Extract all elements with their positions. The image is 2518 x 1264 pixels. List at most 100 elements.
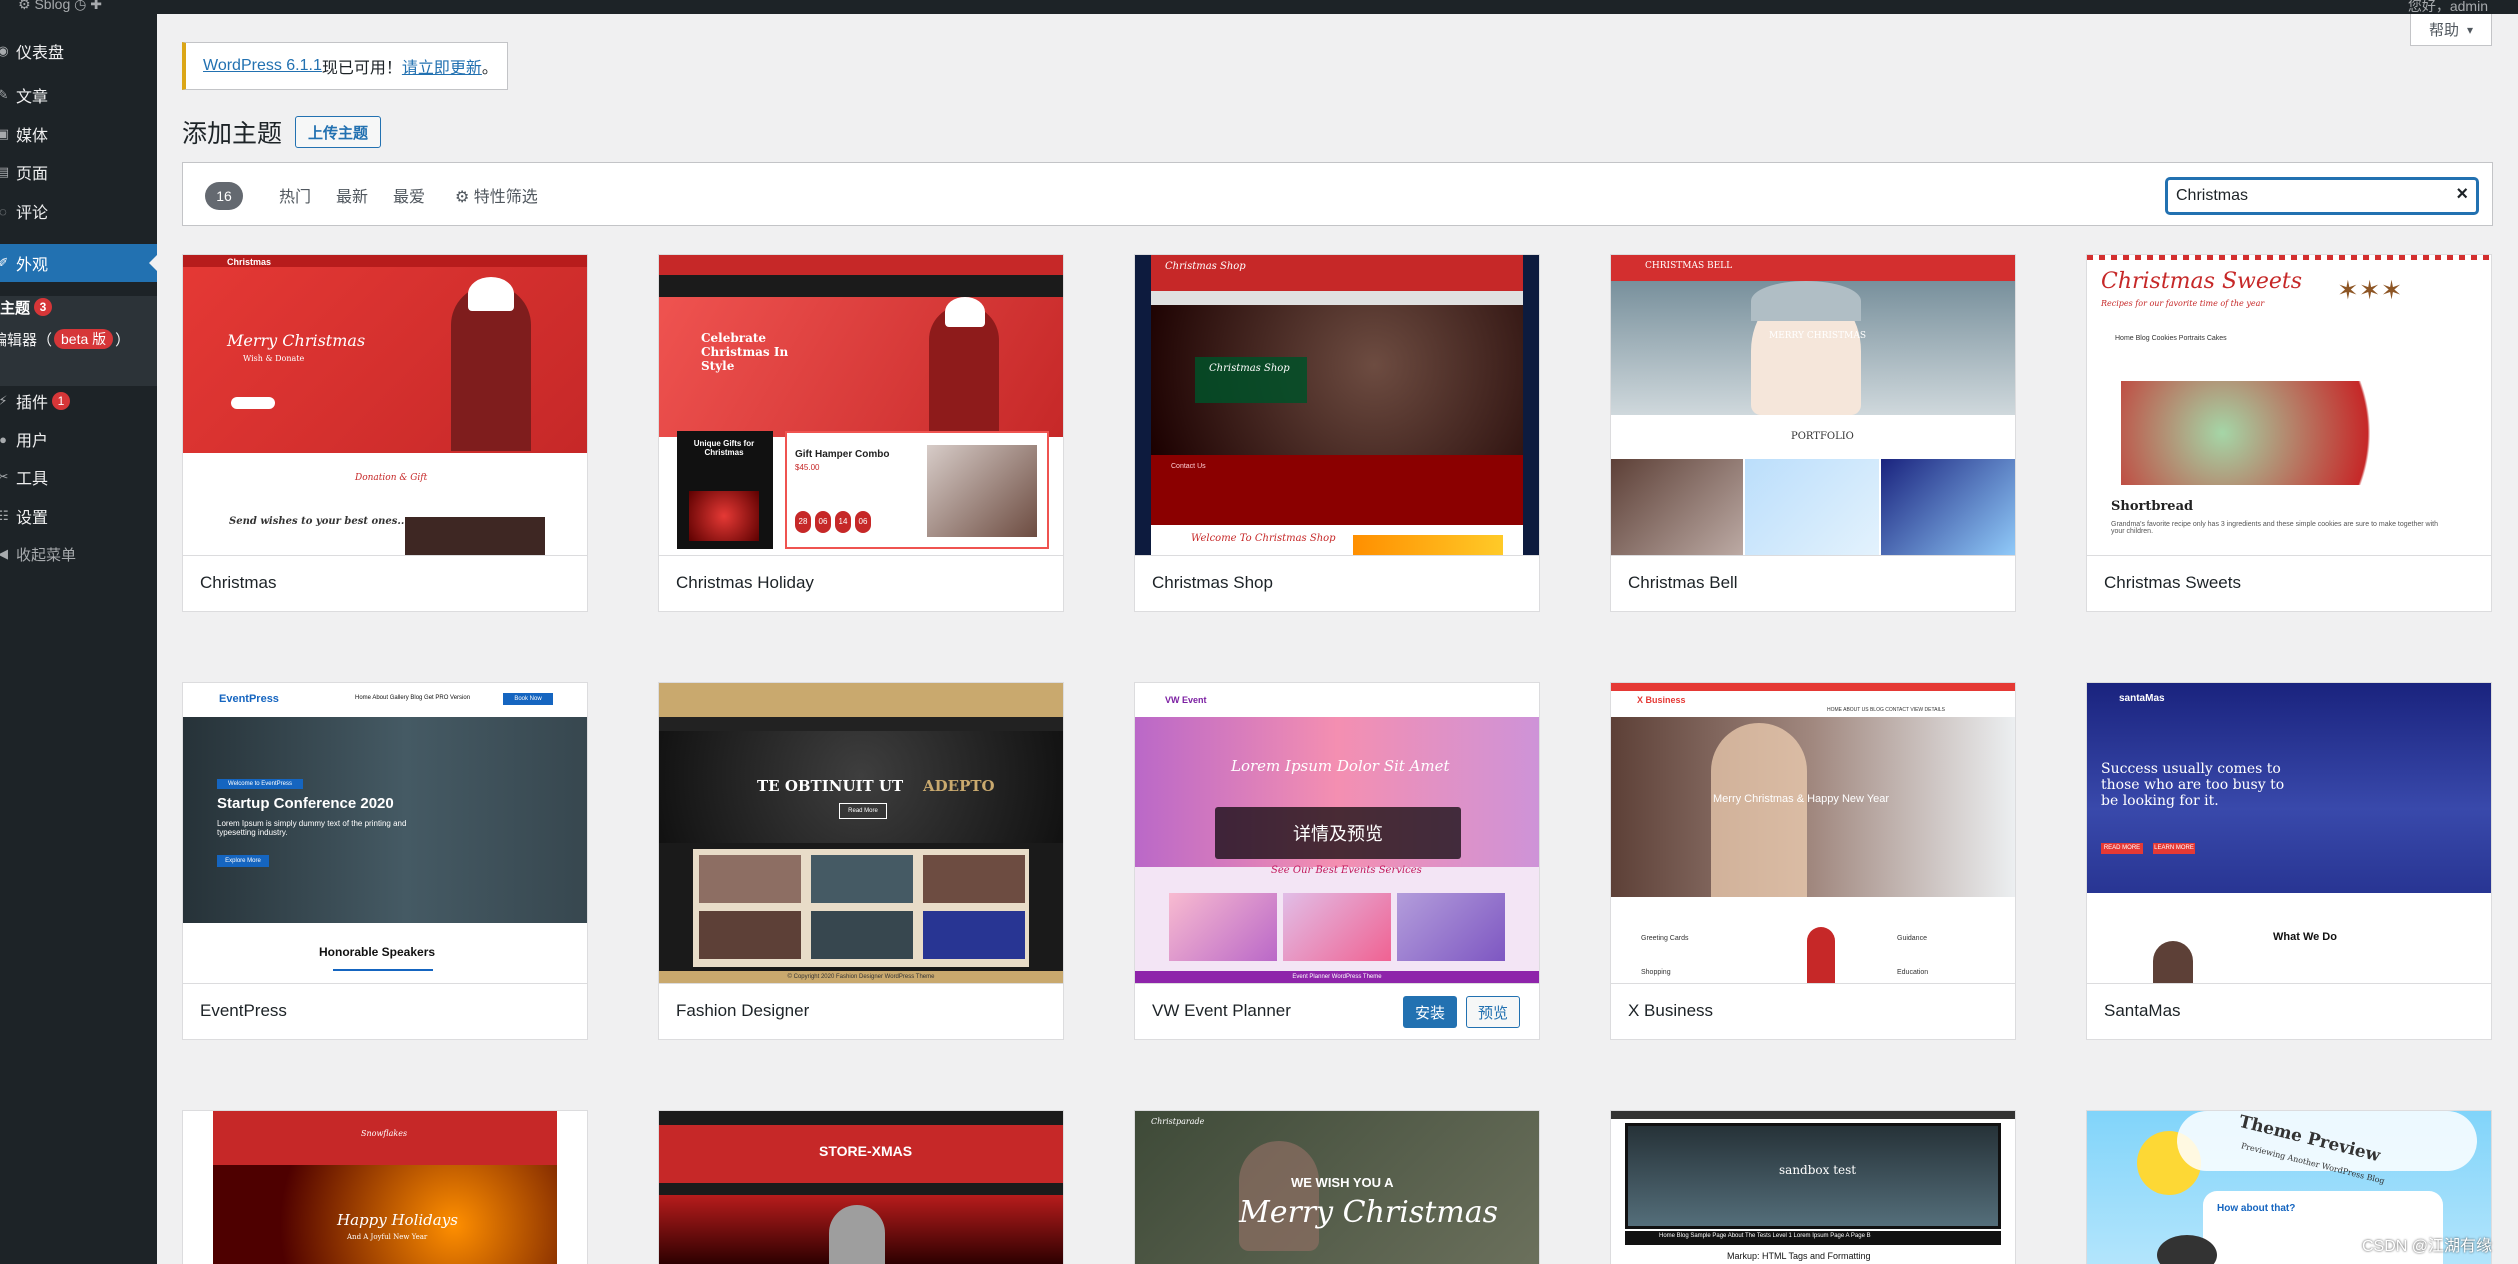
filter-latest[interactable]: 最新 <box>336 183 368 207</box>
thumb-hero: Success usually comes to those who are t… <box>2101 761 2285 809</box>
thumb-box-title: Unique Gifts for Christmas <box>693 439 755 457</box>
feature-filter-label: 特性筛选 <box>473 189 538 206</box>
sidebar-item-posts[interactable]: ✎ 文章 <box>0 76 157 114</box>
filter-favorites[interactable]: 最爱 <box>393 183 425 207</box>
thumb-title: Startup Conference 2020 <box>217 795 394 812</box>
more-details-overlay[interactable]: 详情及预览 <box>1215 807 1461 859</box>
submenu-label-suffix: ） <box>115 331 131 349</box>
thumb-hero: Happy Holidays <box>337 1211 458 1229</box>
thumb-cta: Book Now <box>503 693 553 705</box>
theme-name-bar: Christmas Shop <box>1135 555 1539 611</box>
feature-filter-button[interactable]: ⚙ 特性筛选 <box>455 183 538 207</box>
thumb-hero-accent: ADEPTO <box>923 777 995 795</box>
sidebar-item-plugins[interactable]: ⚡ 插件 1 <box>0 382 157 420</box>
countdown-hours: 06 <box>815 511 831 533</box>
page-title: 添加主题 <box>182 120 283 148</box>
sidebar-item-label: 仪表盘 <box>16 45 65 62</box>
thumb-post-title: Markup: HTML Tags and Formatting <box>1727 1251 1871 1261</box>
theme-name-bar: Christmas <box>183 555 587 611</box>
theme-card-snowflakes[interactable]: Snowflakes Happy Holidays And A Joyful N… <box>182 1110 588 1264</box>
theme-card-santamas[interactable]: santaMas Success usually comes to those … <box>2086 682 2492 1040</box>
upload-theme-button[interactable]: 上传主题 <box>295 116 382 148</box>
theme-screenshot: sandbox test Home Blog Sample Page About… <box>1611 1111 2015 1264</box>
submenu-label: 主题 <box>0 299 31 317</box>
theme-search-input[interactable]: Christmas × <box>2166 178 2478 214</box>
theme-card-christmas-bell[interactable]: CHRISTMAS BELL MERRY CHRISTMAS PORTFOLIO… <box>1610 254 2016 612</box>
thumb-title: Christmas Sweets <box>2101 269 2303 294</box>
filter-popular[interactable]: 热门 <box>279 183 311 207</box>
update-now-link[interactable]: 请立即更新 <box>402 54 482 78</box>
notice-text: 现已可用！ <box>321 60 402 77</box>
theme-name-bar: Christmas Sweets <box>2087 555 2491 611</box>
theme-card-sandbox-test[interactable]: sandbox test Home Blog Sample Page About… <box>1610 1110 2016 1264</box>
thumb-excerpt: Grandma's favorite recipe only has 3 ing… <box>2111 521 2439 535</box>
theme-name-bar: SantaMas <box>2087 983 2491 1039</box>
sidebar-item-appearance[interactable]: ✐ 外观 <box>0 244 157 282</box>
pin-icon: ✎ <box>0 87 9 102</box>
sidebar-item-label: 外观 <box>16 257 49 274</box>
thumb-brand: santaMas <box>2119 693 2165 704</box>
theme-name-bar: VW Event Planner 安装 预览 <box>1135 983 1539 1039</box>
admin-bar-left[interactable]: ⚙ Sblog ◷ ✚ <box>18 0 102 13</box>
tool-icon: ✂ <box>0 469 9 484</box>
theme-count-badge: 16 <box>205 182 243 210</box>
theme-card-x-business[interactable]: X Business HOME ABOUT US BLOG CONTACT VI… <box>1610 682 2016 1040</box>
thumb-button: Explore More <box>217 855 269 867</box>
clear-search-icon[interactable]: × <box>2456 183 2468 206</box>
thumb-section: What We Do <box>2273 931 2337 943</box>
sidebar-item-label: 文章 <box>16 89 49 106</box>
thumb-nav: Home About Gallery Blog Get PRO Version <box>355 695 471 701</box>
install-button[interactable]: 安装 <box>1403 996 1457 1028</box>
wordpress-version-link[interactable]: WordPress 6.1.1 <box>203 57 322 75</box>
sidebar-item-tools[interactable]: ✂ 工具 <box>0 458 157 496</box>
sidebar-collapse-menu[interactable]: ◀ 收起菜单 <box>0 535 157 573</box>
theme-card-christmas-sweets[interactable]: Christmas Sweets Recipes for our favorit… <box>2086 254 2492 612</box>
sidebar-item-pages[interactable]: ▤ 页面 <box>0 153 157 191</box>
preview-button[interactable]: 预览 <box>1466 996 1520 1028</box>
sidebar-item-label: 媒体 <box>16 128 49 145</box>
thumb-feature: Guidance <box>1897 935 1927 942</box>
theme-name: EventPress <box>200 1001 287 1020</box>
theme-screenshot: TE OBTINUIT UT ADEPTO Read More © Copyri… <box>659 683 1063 983</box>
sidebar-item-comments[interactable]: ◌ 评论 <box>0 192 157 230</box>
thumb-hero: Merry Christmas <box>1239 1195 1499 1230</box>
plugins-update-badge: 1 <box>52 392 71 410</box>
help-tab-button[interactable]: 帮助 ▾ <box>2410 14 2492 46</box>
thumb-brand: VW Event <box>1165 695 1207 705</box>
sidebar-item-dashboard[interactable]: ◉ 仪表盘 <box>0 32 157 70</box>
theme-card-fashion-designer[interactable]: TE OBTINUIT UT ADEPTO Read More © Copyri… <box>658 682 1064 1040</box>
thumb-brand: sandbox test <box>1779 1163 1857 1177</box>
thumb-script: Donation & Gift <box>355 473 428 483</box>
theme-card-christmas-holiday[interactable]: Celebrate Christmas In Style Unique Gift… <box>658 254 1064 612</box>
thumb-price: $45.00 <box>795 463 820 472</box>
submenu-item-themes[interactable]: 主题 3 <box>0 292 157 322</box>
theme-card-christmas-shop[interactable]: Christmas Shop Christmas Shop Contact Us… <box>1134 254 1540 612</box>
sidebar-item-media[interactable]: ▣ 媒体 <box>0 115 157 153</box>
thumb-contact: Contact Us <box>1171 463 1206 470</box>
submenu-item-editor[interactable]: 编辑器（ beta 版 ） <box>0 324 157 354</box>
theme-name: Christmas Holiday <box>676 573 814 592</box>
themes-update-badge: 3 <box>34 298 53 316</box>
thumb-button: READ MORE <box>2101 843 2143 854</box>
page-scrollbar[interactable] <box>2508 14 2518 1264</box>
theme-card-christmas[interactable]: Christmas Merry Christmas Wish & Donate … <box>182 254 588 612</box>
theme-name: VW Event Planner <box>1152 1001 1291 1020</box>
theme-card-vw-event-planner[interactable]: VW Event Lorem Ipsum Dolor Sit Amet See … <box>1134 682 1540 1040</box>
theme-card-store-xmas[interactable]: STORE-XMAS <box>658 1110 1064 1264</box>
thumb-tagline: Recipes for our favorite time of the yea… <box>2101 299 2265 308</box>
thumb-hero: TE OBTINUIT UT <box>757 777 904 795</box>
page-icon: ▤ <box>0 164 10 179</box>
theme-card-christparade[interactable]: Christparade WE WISH YOU A Merry Christm… <box>1134 1110 1540 1264</box>
thumb-brand: Christmas Shop <box>1165 261 1246 272</box>
thumb-section: See Our Best Events Services <box>1271 865 1422 876</box>
sidebar-item-users[interactable]: ● 用户 <box>0 420 157 458</box>
theme-name: SantaMas <box>2104 1001 2181 1020</box>
theme-card-eventpress[interactable]: EventPress Home About Gallery Blog Get P… <box>182 682 588 1040</box>
search-value: Christmas <box>2176 187 2249 204</box>
thumb-section: Honorable Speakers <box>319 945 436 959</box>
thumb-text: Lorem Ipsum is simply dummy text of the … <box>217 819 407 837</box>
thumb-title: Celebrate Christmas In Style <box>701 331 789 373</box>
theme-name-bar: Fashion Designer <box>659 983 1063 1039</box>
theme-screenshot: CHRISTMAS BELL MERRY CHRISTMAS PORTFOLIO <box>1611 255 2015 555</box>
sidebar-item-settings[interactable]: ☷ 设置 <box>0 497 157 535</box>
